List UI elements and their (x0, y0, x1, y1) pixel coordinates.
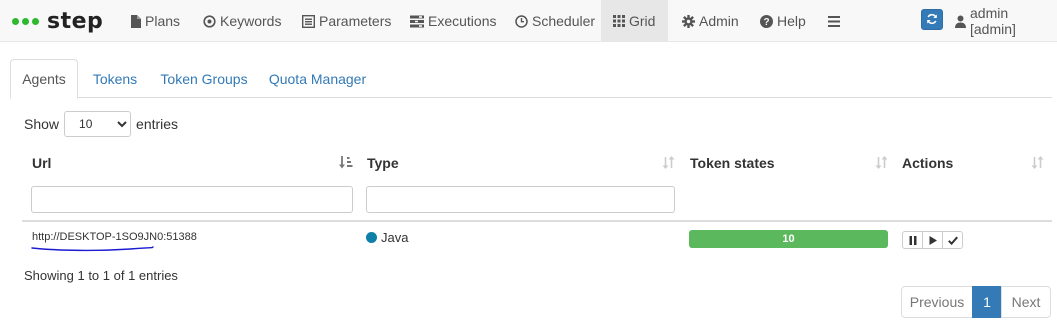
resume-button[interactable] (922, 231, 943, 249)
interrupt-check-button[interactable] (942, 231, 963, 249)
nav-keywords-label: Keywords (220, 13, 282, 29)
column-header-actions[interactable]: Actions (902, 147, 953, 179)
sort-ascending-icon[interactable] (339, 156, 353, 172)
nav-help-label: Help (777, 13, 806, 29)
nav-plans-label: Plans (145, 13, 181, 29)
table-header-divider (22, 220, 1052, 222)
page-button-current[interactable]: 1 (972, 286, 1002, 318)
refresh-button[interactable] (921, 9, 943, 30)
agent-url: http://DESKTOP-1SO9JN0:51388 (32, 231, 197, 243)
tab-tokens[interactable]: Tokens (84, 59, 146, 98)
token-states-bar: 10 (689, 230, 888, 248)
user-label: admin [admin] (970, 5, 1016, 37)
agent-type-label: Java (381, 230, 409, 245)
nav-help[interactable]: ? Help (754, 0, 812, 42)
nav-parameters[interactable]: Parameters (296, 0, 397, 42)
user-menu[interactable]: admin [admin] (955, 0, 1057, 42)
nav-executions-label: Executions (428, 13, 497, 29)
tab-agents[interactable]: Agents (10, 59, 78, 99)
user-icon (955, 15, 966, 28)
agent-actions (902, 231, 963, 249)
nav-parameters-label: Parameters (319, 13, 392, 29)
handwritten-underline-annotation (31, 246, 154, 252)
target-icon (203, 14, 216, 28)
column-header-token-states[interactable]: Token states (690, 147, 775, 179)
pagination: Previous 1 Next (901, 286, 1051, 318)
pause-icon (909, 232, 917, 248)
svg-text:?: ? (763, 17, 769, 28)
top-navbar: step Plans Keywords Parameters Execution… (0, 0, 1057, 42)
nav-keywords[interactable]: Keywords (197, 0, 287, 42)
token-count-label: 10 (782, 233, 795, 245)
entries-label: entries (136, 116, 179, 132)
nav-scheduler[interactable]: Scheduler (509, 0, 601, 42)
brand-name: step (47, 8, 104, 34)
nav-grid-label: Grid (629, 13, 656, 29)
nav-admin[interactable]: Admin (676, 0, 745, 42)
page-length-control: Show 10 entries (24, 111, 178, 137)
table-info-text: Showing 1 to 1 of 1 entries (24, 268, 178, 283)
list-alt-icon (302, 14, 315, 28)
grid-tabs: Agents Tokens Token Groups Quota Manager (10, 59, 1052, 99)
pause-button[interactable] (902, 231, 923, 249)
url-filter-input[interactable] (31, 186, 353, 213)
column-header-url[interactable]: Url (32, 147, 51, 179)
column-header-type[interactable]: Type (367, 147, 399, 179)
java-status-dot (366, 232, 377, 243)
question-circle-icon: ? (760, 14, 773, 28)
next-page-button[interactable]: Next (1001, 286, 1051, 318)
tab-quota-manager[interactable]: Quota Manager (265, 59, 370, 98)
nav-executions[interactable]: Executions (404, 0, 502, 42)
gear-icon (682, 14, 695, 28)
nav-admin-label: Admin (699, 13, 739, 29)
agent-type: Java (366, 230, 408, 245)
clock-icon (515, 14, 528, 28)
tab-token-groups[interactable]: Token Groups (157, 59, 251, 98)
grid-icon (613, 15, 625, 27)
nav-plans[interactable]: Plans (124, 0, 186, 42)
nav-scheduler-label: Scheduler (532, 13, 596, 29)
brand-logo[interactable]: step (12, 0, 103, 42)
refresh-icon (926, 12, 938, 28)
nav-grid[interactable]: Grid (601, 0, 668, 42)
sort-unsorted-icon[interactable] (875, 156, 888, 172)
sort-unsorted-icon[interactable] (662, 156, 675, 172)
tasks-icon (410, 15, 424, 28)
brand-dots-icon (12, 17, 39, 25)
play-icon (929, 232, 937, 248)
sort-unsorted-icon[interactable] (1031, 156, 1044, 172)
check-icon (947, 232, 958, 248)
type-filter-input[interactable] (366, 186, 675, 213)
entries-per-page-select[interactable]: 10 (64, 111, 132, 137)
previous-page-button[interactable]: Previous (901, 286, 973, 318)
show-label: Show (24, 116, 60, 132)
hamburger-menu-icon (828, 15, 840, 27)
file-icon (130, 14, 141, 28)
nav-menu-toggle[interactable] (822, 0, 850, 42)
